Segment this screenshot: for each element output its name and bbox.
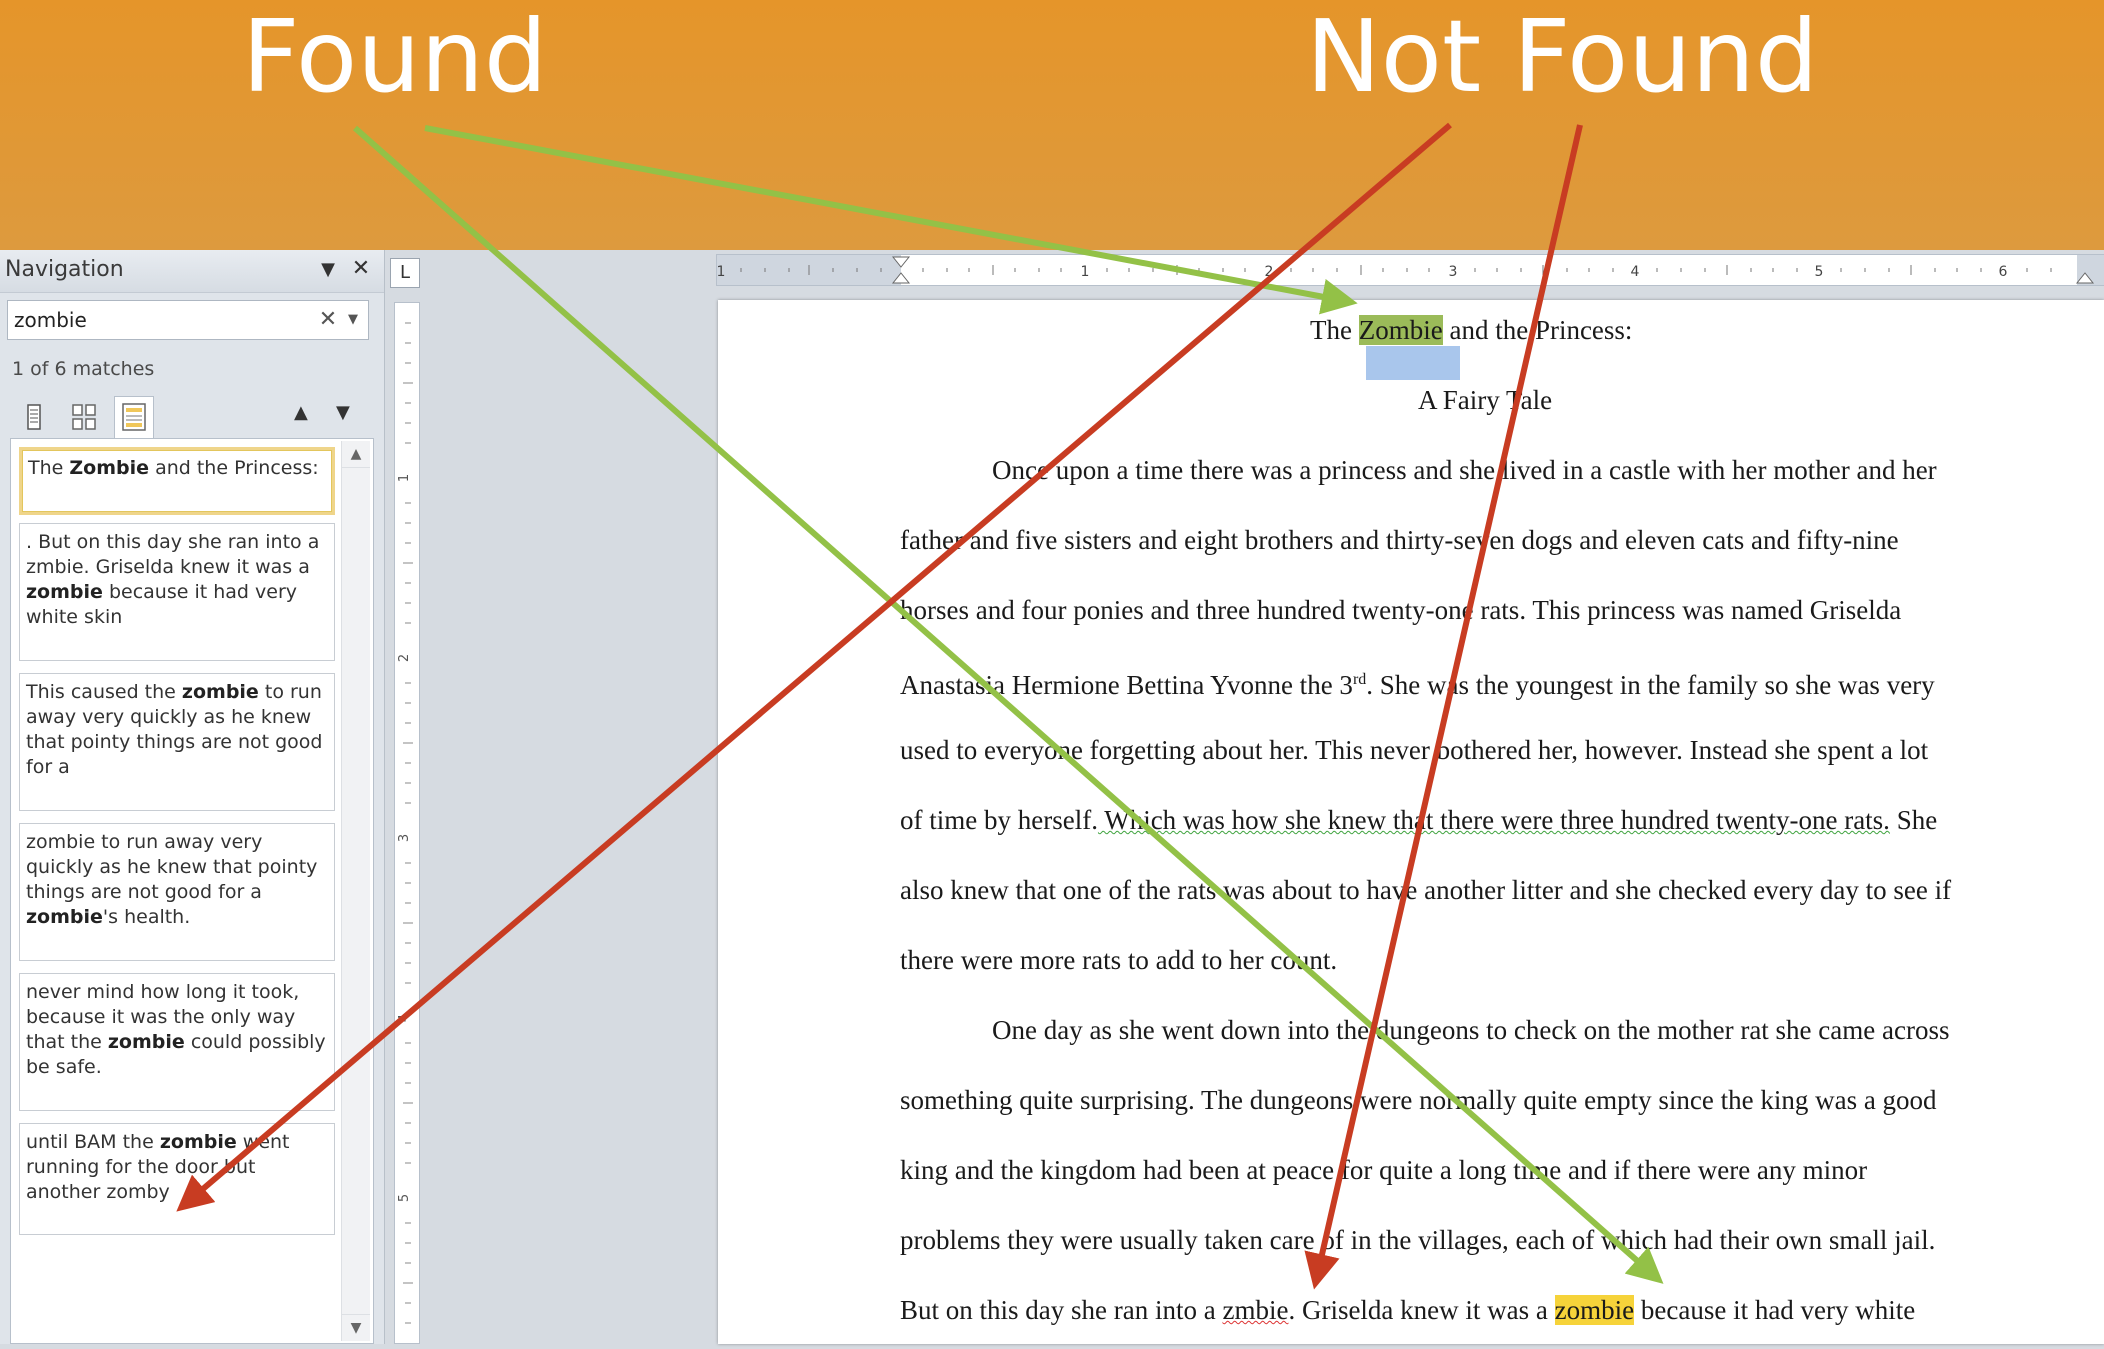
horizontal-ruler-label: 3 (1449, 264, 1458, 280)
vertical-ruler[interactable]: 1 2 3 4 5 (394, 302, 420, 1344)
horizontal-ruler-label: 1 (717, 264, 725, 280)
found-label: Found (242, 0, 548, 115)
search-result-item[interactable]: zombie to run away very quickly as he kn… (19, 823, 335, 961)
clear-search-icon[interactable]: ✕ (316, 307, 340, 333)
match-highlight: zombie (1554, 1295, 1635, 1325)
browse-results-icon (122, 403, 146, 431)
paragraph-line: used to everyone forgetting about her. T… (900, 735, 1929, 765)
scroll-up-icon[interactable]: ▲ (342, 441, 370, 468)
paragraph-line: father and five sisters and eight brothe… (900, 525, 1899, 555)
paragraph-line: One day as she went down into the dungeo… (992, 1015, 1950, 1045)
paragraph-line: Once upon a time there was a princess an… (992, 455, 1937, 485)
search-result-item[interactable]: This caused the zombie to run away very … (19, 673, 335, 811)
horizontal-ruler-ticks: 1 1 2 3 4 5 6 (717, 255, 2104, 285)
tab-browse-results[interactable] (114, 396, 154, 438)
search-box: ✕ ▼ (7, 300, 369, 340)
search-result-item[interactable]: The Zombie and the Princess: (19, 447, 335, 515)
next-result-icon[interactable]: ▼ (336, 402, 350, 423)
horizontal-ruler[interactable]: 1 1 2 3 4 5 6 (716, 254, 2104, 286)
not-found-label: Not Found (1306, 0, 1819, 115)
horizontal-ruler-label: 5 (1815, 264, 1824, 280)
horizontal-ruler-label: 1 (1081, 264, 1090, 280)
paragraph-line: problems they were usually taken care of… (900, 1225, 1936, 1255)
annotation-banner: Found Not Found (0, 0, 2104, 250)
vertical-ruler-label: 3 (397, 834, 412, 842)
search-results-list: The Zombie and the Princess: . But on th… (10, 438, 374, 1344)
navigation-pane: Navigation ▼ ✕ ✕ ▼ 1 of 6 matches ▲ ▼ (0, 250, 385, 1344)
navigation-header: Navigation ▼ ✕ (0, 250, 384, 293)
match-count: 1 of 6 matches (12, 358, 155, 380)
vertical-ruler-label: 4 (397, 1014, 412, 1022)
paragraph-line: Anastasia Hermione Bettina Yvonne the 3r… (900, 670, 1935, 700)
paragraph-line: also knew that one of the rats was about… (900, 875, 1952, 905)
chevron-down-icon[interactable]: ▼ (318, 260, 338, 280)
found-match-highlight: Zombie (1358, 315, 1443, 345)
paragraph-line: But on this day she ran into a zmbie. Gr… (900, 1295, 1916, 1325)
tab-selector-icon[interactable]: L (390, 258, 420, 288)
paragraph-line: horses and four ponies and three hundred… (900, 595, 1902, 625)
vertical-ruler-label: 1 (397, 474, 412, 482)
vertical-ruler-label: 2 (397, 654, 412, 662)
vertical-ruler-ticks: 1 2 3 4 5 (397, 322, 413, 1324)
horizontal-ruler-label: 2 (1265, 264, 1274, 280)
document-subtitle: A Fairy Tale (1418, 385, 1553, 415)
search-input[interactable] (14, 307, 304, 333)
previous-result-icon[interactable]: ▲ (294, 402, 308, 423)
search-result-item[interactable]: never mind how long it took, because it … (19, 973, 335, 1111)
misspelled-word: zmbie (1222, 1295, 1289, 1325)
paragraph-line: king and the kingdom had been at peace f… (900, 1155, 1868, 1185)
search-result-item[interactable]: . But on this day she ran into a zmbie. … (19, 523, 335, 661)
paragraph-line: of time by herself. Which was how she kn… (900, 805, 1938, 835)
search-options-dropdown-icon[interactable]: ▼ (345, 309, 361, 331)
paragraph-line: there were more rats to add to her count… (900, 945, 1338, 975)
horizontal-ruler-label: 4 (1631, 264, 1640, 280)
results-scrollbar[interactable]: ▲ ▼ (341, 441, 370, 1341)
document-page[interactable]: The Zombie and the Princess: A Fairy Tal… (718, 300, 2104, 1344)
paragraph-line: something quite surprising. The dungeons… (900, 1085, 1937, 1115)
tab-browse-pages[interactable] (64, 396, 104, 438)
scroll-down-icon[interactable]: ▼ (342, 1314, 370, 1341)
browse-pages-icon (72, 404, 96, 430)
vertical-ruler-label: 5 (397, 1194, 412, 1202)
navigation-title: Navigation (5, 257, 124, 282)
horizontal-ruler-label: 6 (1999, 264, 2008, 280)
close-icon[interactable]: ✕ (350, 258, 372, 280)
tab-browse-headings[interactable] (14, 396, 54, 438)
search-result-item[interactable]: until BAM the zombie went running for th… (19, 1123, 335, 1235)
selection-highlight (1366, 346, 1460, 380)
document-title: The Zombie and the Princess: (1310, 315, 1633, 345)
browse-headings-icon (27, 404, 41, 430)
